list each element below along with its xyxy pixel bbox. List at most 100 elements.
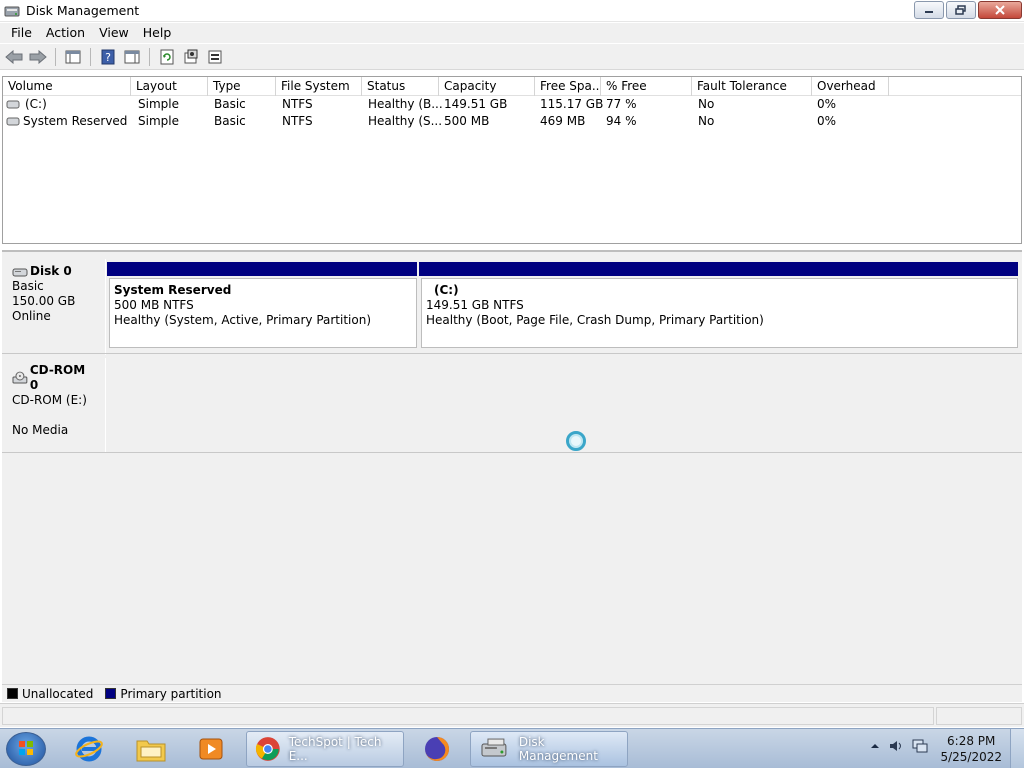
close-icon (995, 5, 1005, 15)
partition-c[interactable]: (C:) 149.51 GB NTFS Healthy (Boot, Page … (421, 278, 1018, 348)
cell-type: Basic (214, 97, 246, 111)
legend-swatch (7, 688, 18, 699)
cell-status: Healthy (B... (368, 97, 443, 111)
properties-button[interactable] (181, 47, 201, 67)
internet-explorer-icon (75, 736, 103, 762)
legend-label: Unallocated (22, 686, 94, 701)
partition-system-reserved[interactable]: System Reserved 500 MB NTFS Healthy (Sys… (109, 278, 417, 348)
action-pane-icon (124, 50, 140, 63)
disk-settings-button[interactable] (205, 47, 225, 67)
legend: Unallocated Primary partition (2, 684, 1022, 702)
clock-date: 5/25/2022 (940, 750, 1002, 764)
table-row[interactable]: (C:) Simple Basic NTFS Healthy (B... 149… (3, 96, 1021, 113)
task-button-disk-management[interactable]: Disk Management (470, 731, 628, 767)
refresh-button[interactable] (157, 47, 177, 67)
windows-logo-icon (19, 741, 33, 755)
legend-item-primary-partition: Primary partition (105, 686, 222, 701)
help-button[interactable]: ? (98, 47, 118, 67)
show-hidden-icons-icon[interactable] (870, 741, 880, 751)
taskbar-internet-explorer[interactable] (62, 731, 116, 767)
network-icon[interactable] (912, 739, 928, 753)
taskbar-windows-explorer[interactable] (124, 731, 178, 767)
partition-status: Healthy (System, Active, Primary Partiti… (114, 313, 372, 327)
disk-graphical-view: Disk 0 Basic 150.00 GB Online System Res… (2, 250, 1022, 684)
col-header-volume[interactable]: Volume (3, 77, 131, 96)
forward-button[interactable] (28, 47, 48, 67)
col-header-fault-tolerance[interactable]: Fault Tolerance (692, 77, 812, 96)
back-button[interactable] (4, 47, 24, 67)
menu-help[interactable]: Help (136, 23, 179, 43)
disk-0-label[interactable]: Disk 0 Basic 150.00 GB Online (4, 259, 106, 355)
disk-kind: CD-ROM (E:) (12, 393, 87, 407)
legend-label: Primary partition (120, 686, 222, 701)
media-player-icon (199, 738, 223, 760)
status-pane (2, 707, 934, 725)
disk-name: Disk 0 (30, 264, 72, 278)
cell-status: Healthy (S... (368, 114, 443, 128)
volume-list-header: Volume Layout Type File System Status Ca… (3, 77, 1021, 96)
cell-free-space: 115.17 GB (540, 97, 604, 111)
title-bar: Disk Management (0, 0, 1024, 22)
close-button[interactable] (978, 1, 1022, 19)
table-row[interactable]: System Reserved Simple Basic NTFS Health… (3, 113, 1021, 130)
task-label: Disk Management (518, 735, 598, 763)
clock[interactable]: 6:28 PM 5/25/2022 (940, 733, 1002, 765)
cell-fault-tolerance: No (698, 97, 715, 111)
col-header-free-space[interactable]: Free Spa... (535, 77, 601, 96)
window-title: Disk Management (26, 3, 140, 18)
help-icon: ? (101, 49, 115, 64)
menu-action[interactable]: Action (39, 23, 92, 43)
toolbar-separator (149, 47, 150, 66)
cell-layout: Simple (138, 97, 179, 111)
properties-icon (184, 49, 198, 63)
col-header-status[interactable]: Status (362, 77, 439, 96)
task-label: TechSpot | Tech E... (288, 735, 382, 763)
minimize-button[interactable] (914, 1, 944, 19)
cell-file-system: NTFS (282, 97, 313, 111)
status-bar (0, 703, 1024, 727)
col-header-overhead[interactable]: Overhead (812, 77, 889, 96)
hard-disk-icon (12, 268, 28, 276)
chrome-icon (255, 737, 280, 761)
show-desktop-button[interactable] (1010, 729, 1024, 768)
console-tree-icon (65, 50, 81, 63)
col-header-percent-free[interactable]: % Free (601, 77, 692, 96)
disk-state: Online (12, 309, 51, 323)
taskbar: TechSpot | Tech E... Disk Management 6:2… (0, 728, 1024, 768)
col-header-layout[interactable]: Layout (131, 77, 208, 96)
menu-bar: File Action View Help (0, 23, 1024, 43)
legend-swatch (105, 688, 117, 699)
col-header-file-system[interactable]: File System (276, 77, 362, 96)
cell-overhead: 0% (817, 114, 837, 128)
cell-volume: System Reserved (23, 114, 128, 128)
taskbar-media-player[interactable] (184, 731, 238, 767)
show-action-pane-button[interactable] (122, 47, 142, 67)
cell-overhead: 0% (817, 97, 837, 111)
volume-icon[interactable] (888, 739, 904, 753)
busy-cursor-icon (566, 431, 586, 451)
col-header-type[interactable]: Type (208, 77, 276, 96)
partition-size: 149.51 GB NTFS (426, 298, 524, 312)
cd-rom-icon (12, 371, 28, 384)
cell-layout: Simple (138, 114, 179, 128)
system-tray (870, 739, 928, 753)
forward-arrow-icon (29, 49, 47, 64)
firefox-icon (424, 737, 449, 761)
disk-management-icon (481, 738, 507, 757)
toolbar: ? (0, 44, 1024, 70)
restore-button[interactable] (946, 1, 976, 19)
partition-size: 500 MB NTFS (114, 298, 194, 312)
toolbar-separator (90, 47, 91, 66)
cell-capacity: 500 MB (444, 114, 490, 128)
clock-time: 6:28 PM (947, 734, 996, 748)
back-arrow-icon (5, 49, 23, 64)
menu-view[interactable]: View (92, 23, 136, 43)
col-header-capacity[interactable]: Capacity (439, 77, 535, 96)
task-button-techspot[interactable]: TechSpot | Tech E... (246, 731, 404, 767)
cell-file-system: NTFS (282, 114, 313, 128)
show-hide-console-tree-button[interactable] (63, 47, 83, 67)
cdrom-0-label[interactable]: CD-ROM 0 CD-ROM (E:) No Media (4, 358, 106, 452)
start-button[interactable] (6, 732, 46, 766)
menu-file[interactable]: File (4, 23, 39, 43)
taskbar-firefox[interactable] (410, 731, 464, 767)
